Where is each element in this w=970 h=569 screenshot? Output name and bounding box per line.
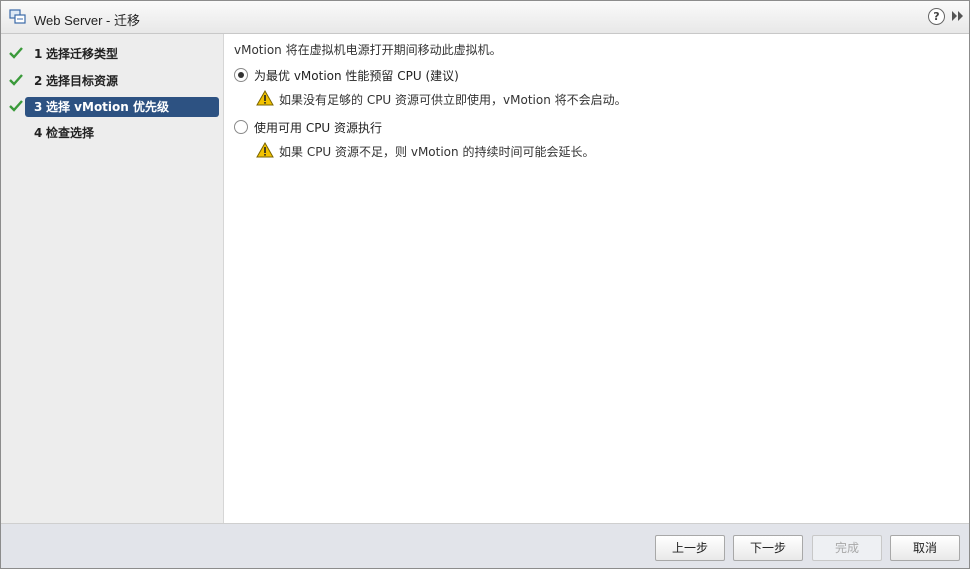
back-button[interactable]: 上一步 <box>655 535 725 561</box>
migrate-dialog: Web Server - 迁移 ? 1 选择迁移类型 2 选择目标资源 3 选择… <box>0 0 970 569</box>
wizard-content: vMotion 将在虚拟机电源打开期间移动此虚拟机。 为最优 vMotion 性… <box>224 34 969 523</box>
step-number: 4 <box>34 126 43 140</box>
cancel-button[interactable]: 取消 <box>890 535 960 561</box>
check-icon <box>9 100 23 112</box>
warning-icon <box>256 90 274 106</box>
wizard-step-1[interactable]: 1 选择迁移类型 <box>25 44 219 64</box>
double-chevron-right-icon[interactable] <box>952 11 964 21</box>
wizard-steps-sidebar: 1 选择迁移类型 2 选择目标资源 3 选择 vMotion 优先级 4 检查选… <box>1 34 224 523</box>
check-icon <box>9 47 23 59</box>
wizard-step-4[interactable]: 4 检查选择 <box>25 123 219 143</box>
step-label: 检查选择 <box>46 126 95 140</box>
option-label[interactable]: 使用可用 CPU 资源执行 <box>254 119 382 136</box>
wizard-step-2[interactable]: 2 选择目标资源 <box>25 71 219 91</box>
warning-text: 如果没有足够的 CPU 资源可供立即使用，vMotion 将不会启动。 <box>279 93 627 107</box>
option-label[interactable]: 为最优 vMotion 性能预留 CPU (建议) <box>254 67 459 84</box>
next-button[interactable]: 下一步 <box>733 535 803 561</box>
dialog-title: Web Server - 迁移 <box>34 13 140 28</box>
wizard-step-3[interactable]: 3 选择 vMotion 优先级 <box>25 97 219 117</box>
title-bar: Web Server - 迁移 ? <box>1 1 969 34</box>
intro-text: vMotion 将在虚拟机电源打开期间移动此虚拟机。 <box>234 43 502 57</box>
step-label: 选择 vMotion 优先级 <box>46 100 170 114</box>
help-icon[interactable]: ? <box>928 8 945 25</box>
finish-button: 完成 <box>812 535 882 561</box>
radio-button[interactable] <box>234 68 248 82</box>
step-number: 1 <box>34 47 43 61</box>
check-icon <box>9 74 23 86</box>
step-number: 2 <box>34 74 43 88</box>
dialog-footer: 上一步 下一步 完成 取消 <box>1 523 969 568</box>
step-label: 选择目标资源 <box>46 74 119 88</box>
vm-migrate-icon <box>9 9 26 24</box>
step-label: 选择迁移类型 <box>46 47 119 61</box>
warning-icon <box>256 142 274 158</box>
step-number: 3 <box>34 100 43 114</box>
radio-button[interactable] <box>234 120 248 134</box>
warning-text: 如果 CPU 资源不足，则 vMotion 的持续时间可能会延长。 <box>279 145 595 159</box>
